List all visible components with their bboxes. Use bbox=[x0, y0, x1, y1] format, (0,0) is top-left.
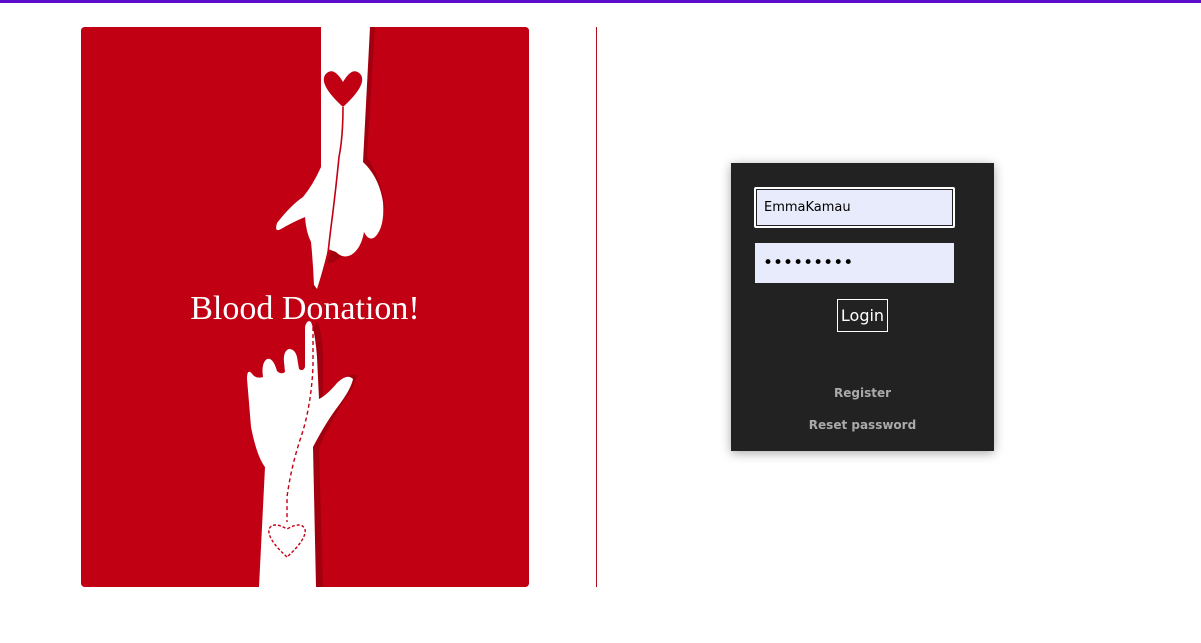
register-link[interactable]: Register bbox=[731, 386, 994, 400]
login-panel: Login Register Reset password bbox=[731, 163, 994, 451]
reset-password-link[interactable]: Reset password bbox=[731, 418, 994, 432]
password-input[interactable] bbox=[755, 243, 954, 283]
poster-title: Blood Donation! bbox=[190, 290, 419, 327]
blood-donation-poster: Blood Donation! bbox=[81, 27, 529, 587]
vertical-divider bbox=[596, 27, 597, 587]
poster-illustration: Blood Donation! bbox=[81, 27, 529, 587]
username-input[interactable] bbox=[754, 187, 955, 228]
top-accent-bar bbox=[0, 0, 1201, 3]
login-button[interactable]: Login bbox=[837, 299, 888, 332]
